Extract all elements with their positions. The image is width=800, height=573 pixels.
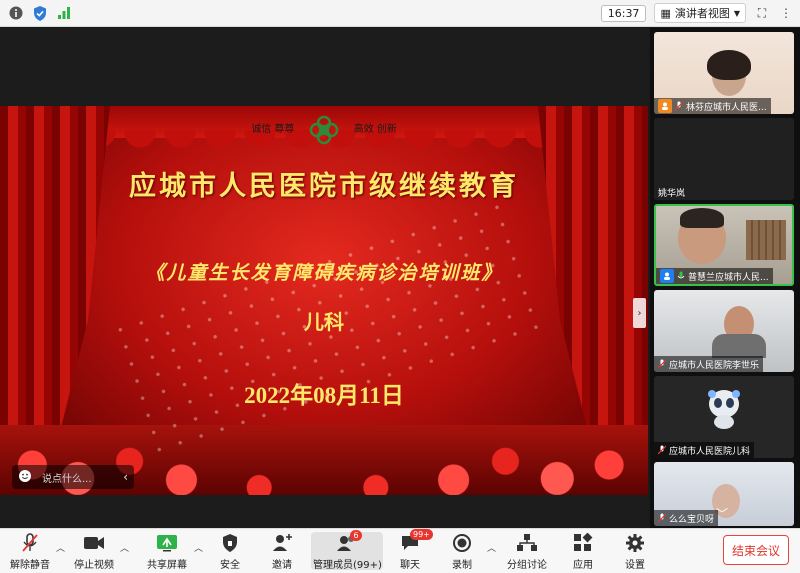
participant-name: 姚华岚 xyxy=(658,188,686,199)
breakout-label: 分组讨论 xyxy=(507,560,547,571)
participant-label: 应城市人民医院儿科 xyxy=(654,442,755,458)
cohost-icon xyxy=(660,269,674,283)
hospital-logo-icon xyxy=(308,114,340,146)
settings-button[interactable]: 设置 xyxy=(625,533,645,571)
mic-muted-icon xyxy=(658,359,666,369)
stop-video-button[interactable]: 停止视频 xyxy=(74,533,114,571)
participant-tile[interactable]: 应城市人民医院儿科 xyxy=(654,376,794,458)
participant-tile[interactable]: 应城市人民医院李世乐 xyxy=(654,290,794,372)
invite-button[interactable]: 邀请 xyxy=(272,533,292,571)
unmute-button[interactable]: 解除静音 xyxy=(10,533,50,571)
participant-name: 应城市人民医院儿科 xyxy=(669,446,751,457)
participant-label: 林芬应城市人民医... xyxy=(654,98,771,114)
chat-bubble-icon: 99+ xyxy=(400,529,433,553)
invite-label: 邀请 xyxy=(272,560,292,571)
meeting-clock: 16:37 xyxy=(600,4,647,22)
participant-label: 普慧兰应城市人民... xyxy=(656,268,773,284)
slide-date: 2022年08月11日 xyxy=(244,383,404,408)
top-bar: 16:37 ▦ 演讲者视图 ▼ ⛶ ⋮ xyxy=(0,0,800,27)
mic-muted-icon xyxy=(675,101,683,111)
members-count-badge: 6 xyxy=(350,530,362,541)
participant-tile[interactable]: 林芬应城市人民医... xyxy=(654,32,794,114)
chat-placeholder: 说点什么... xyxy=(42,473,92,485)
apps-button[interactable]: 应用 xyxy=(573,533,593,571)
participant-gallery: ︿ 林芬应城市人民医... 姚华岚 普慧兰应城市人民. xyxy=(650,28,800,528)
security-shield-icon xyxy=(222,533,238,553)
security-label: 安全 xyxy=(220,560,240,571)
mic-muted-icon xyxy=(21,533,39,553)
audio-options-caret-icon[interactable]: ︿ xyxy=(56,541,65,554)
apps-label: 应用 xyxy=(573,560,593,571)
participant-body xyxy=(712,334,766,358)
share-screen-button[interactable]: 共享屏幕 xyxy=(147,533,187,571)
members-icon: 6 xyxy=(336,530,362,553)
view-mode-button[interactable]: ▦ 演讲者视图 ▼ xyxy=(654,3,746,23)
share-options-caret-icon[interactable]: ︿ xyxy=(194,541,203,554)
meeting-toolbar: 解除静音 ︿ 停止视频 ︿ 共享屏幕 ︿ 安全 邀请 6 管理成员(99+) 9… xyxy=(0,528,800,573)
shield-icon[interactable] xyxy=(32,5,48,21)
security-button[interactable]: 安全 xyxy=(220,533,240,571)
video-options-caret-icon[interactable]: ︿ xyxy=(120,541,129,554)
chevron-down-icon: ▼ xyxy=(733,8,740,18)
slide-title: 应城市人民医院市级继续教育 xyxy=(129,171,519,202)
breakout-rooms-button[interactable]: 分组讨论 xyxy=(507,533,547,571)
mic-muted-icon xyxy=(658,445,666,455)
stop-video-label: 停止视频 xyxy=(74,560,114,571)
participant-hair xyxy=(680,208,724,228)
avatar-robot-icon xyxy=(704,386,744,430)
record-options-caret-icon[interactable]: ︿ xyxy=(487,541,496,554)
grid-view-icon: ▦ xyxy=(660,6,671,20)
motto-left: 诚信 尊尊 xyxy=(251,124,295,135)
collapse-arrow-icon[interactable]: ‹ xyxy=(123,470,128,484)
view-mode-label: 演讲者视图 xyxy=(674,7,730,20)
quick-chat-input[interactable]: 说点什么... ‹ xyxy=(12,465,134,489)
participant-tile[interactable]: 姚华岚 xyxy=(654,118,794,200)
record-label: 录制 xyxy=(452,560,472,571)
video-camera-icon xyxy=(83,533,105,553)
signal-icon[interactable] xyxy=(56,5,72,21)
participant-name: 应城市人民医院李世乐 xyxy=(669,360,760,371)
unmute-label: 解除静音 xyxy=(10,560,50,571)
meeting-window: 16:37 ▦ 演讲者视图 ▼ ⛶ ⋮ 诚信 尊尊 高效 创新 应城市人民医院市… xyxy=(0,0,800,573)
mic-muted-icon xyxy=(658,513,666,523)
emoji-icon[interactable] xyxy=(18,469,32,486)
participant-label: 么么宝贝呀 xyxy=(654,510,719,526)
participant-name: 么么宝贝呀 xyxy=(669,514,715,525)
manage-members-button[interactable]: 6 管理成员(99+) xyxy=(313,530,382,571)
participant-tile-active[interactable]: 普慧兰应城市人民... xyxy=(654,204,794,286)
settings-label: 设置 xyxy=(625,560,645,571)
record-icon xyxy=(452,533,472,553)
shared-screen-area: 诚信 尊尊 高效 创新 应城市人民医院市级继续教育 《儿童生长发育障碍疾病诊治培… xyxy=(0,28,648,528)
apps-grid-icon xyxy=(573,533,593,553)
record-button[interactable]: 录制 xyxy=(452,533,472,571)
invite-person-icon xyxy=(272,533,292,553)
participant-name: 普慧兰应城市人民... xyxy=(688,272,769,283)
collapse-gallery-icon[interactable]: › xyxy=(633,298,646,328)
end-meeting-button[interactable]: 结束会议 xyxy=(723,535,789,565)
participant-label: 应城市人民医院李世乐 xyxy=(654,356,764,372)
chat-unread-badge: 99+ xyxy=(410,529,433,540)
slide-department: 儿科 xyxy=(304,310,344,334)
participant-label: 姚华岚 xyxy=(654,184,689,200)
breakout-rooms-icon xyxy=(516,533,538,553)
mic-active-icon xyxy=(677,271,685,279)
members-label: 管理成员(99+) xyxy=(313,560,382,571)
host-icon xyxy=(658,99,672,113)
scroll-down-icon[interactable]: ﹀ xyxy=(710,506,734,521)
presentation-slide: 诚信 尊尊 高效 创新 应城市人民医院市级继续教育 《儿童生长发育障碍疾病诊治培… xyxy=(0,106,648,495)
bookshelf-background xyxy=(746,220,786,260)
participant-hair xyxy=(707,50,751,80)
share-screen-icon xyxy=(156,533,178,553)
gear-icon xyxy=(625,533,645,553)
motto-right: 高效 创新 xyxy=(353,124,397,135)
info-icon[interactable] xyxy=(8,5,24,21)
chat-label: 聊天 xyxy=(400,560,420,571)
share-screen-label: 共享屏幕 xyxy=(147,560,187,571)
fullscreen-icon[interactable]: ⛶ xyxy=(754,5,770,21)
slide-subtitle: 《儿童生长发育障碍疾病诊治培训班》 xyxy=(145,262,503,284)
chat-button[interactable]: 99+ 聊天 xyxy=(400,529,433,571)
more-icon[interactable]: ⋮ xyxy=(778,5,794,21)
participant-name: 林芬应城市人民医... xyxy=(686,102,767,113)
